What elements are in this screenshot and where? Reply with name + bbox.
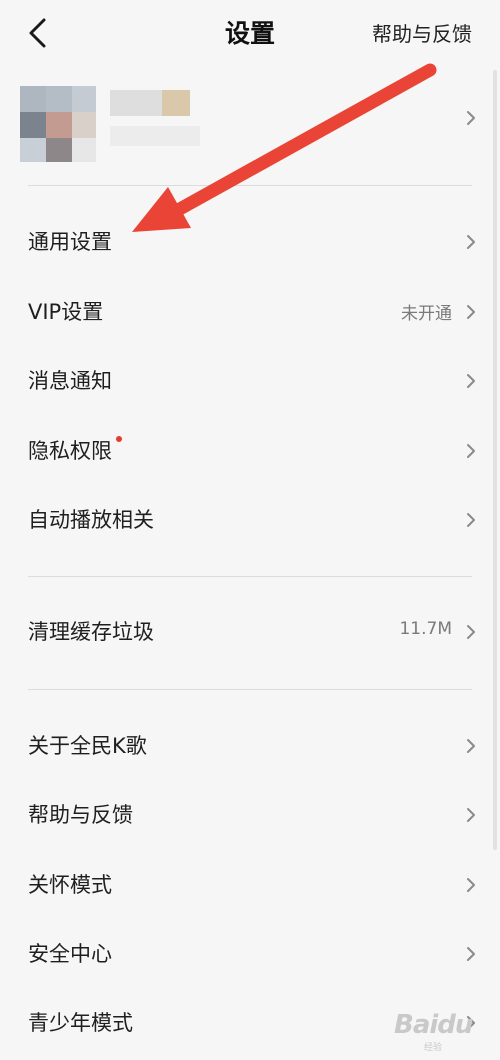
chevron-right-icon <box>467 878 475 892</box>
avatar[interactable] <box>20 86 96 162</box>
settings-item-label: 隐私权限 <box>28 439 112 463</box>
settings-item-privacy[interactable]: 隐私权限 <box>0 421 500 481</box>
watermark-text: Baidu <box>394 1010 473 1040</box>
section-divider <box>28 576 472 577</box>
cache-size-value: 11.7M <box>399 619 452 639</box>
settings-item-label: 关怀模式 <box>28 873 112 897</box>
settings-item-label: 消息通知 <box>28 369 112 393</box>
settings-item-security-center[interactable]: 安全中心 <box>0 924 500 984</box>
section-divider <box>28 689 472 690</box>
scrollbar[interactable] <box>493 70 497 850</box>
settings-item-help-feedback[interactable]: 帮助与反馈 <box>0 785 500 845</box>
chevron-right-icon <box>467 739 475 753</box>
settings-item-label: 关于全民K歌 <box>28 734 147 758</box>
settings-item-clear-cache[interactable]: 清理缓存垃圾 11.7M <box>0 602 500 662</box>
settings-item-vip[interactable]: VIP设置 未开通 <box>0 282 500 342</box>
section-divider <box>28 185 472 186</box>
settings-item-autoplay[interactable]: 自动播放相关 <box>0 490 500 550</box>
chevron-right-icon <box>467 947 475 961</box>
settings-item-label: 清理缓存垃圾 <box>28 620 154 644</box>
profile-row[interactable] <box>0 72 500 180</box>
username-blurred <box>100 86 210 156</box>
new-badge-dot <box>116 436 122 442</box>
settings-item-about[interactable]: 关于全民K歌 <box>0 716 500 776</box>
chevron-right-icon <box>467 808 475 822</box>
chevron-right-icon <box>467 305 475 319</box>
settings-item-label: 通用设置 <box>28 230 112 254</box>
chevron-right-icon <box>467 444 475 458</box>
chevron-right-icon <box>467 235 475 249</box>
settings-item-label: 自动播放相关 <box>28 508 154 532</box>
settings-item-label: 安全中心 <box>28 942 112 966</box>
help-feedback-link[interactable]: 帮助与反馈 <box>372 18 472 47</box>
vip-status-value: 未开通 <box>401 304 452 324</box>
baidu-watermark-logo: Baidu 经验 <box>394 1006 488 1053</box>
watermark-subtext: 经验 <box>424 1043 443 1053</box>
settings-item-label: VIP设置 <box>28 300 104 324</box>
chevron-right-icon <box>467 374 475 388</box>
settings-item-general[interactable]: 通用设置 <box>0 212 500 272</box>
top-bar: 设置 帮助与反馈 <box>0 0 500 66</box>
settings-item-notifications[interactable]: 消息通知 <box>0 351 500 411</box>
settings-item-care-mode[interactable]: 关怀模式 <box>0 855 500 915</box>
settings-item-label: 青少年模式 <box>28 1011 133 1035</box>
settings-item-label: 帮助与反馈 <box>28 803 133 827</box>
chevron-right-icon <box>467 625 475 639</box>
chevron-right-icon <box>467 513 475 527</box>
chevron-right-icon <box>467 111 475 125</box>
